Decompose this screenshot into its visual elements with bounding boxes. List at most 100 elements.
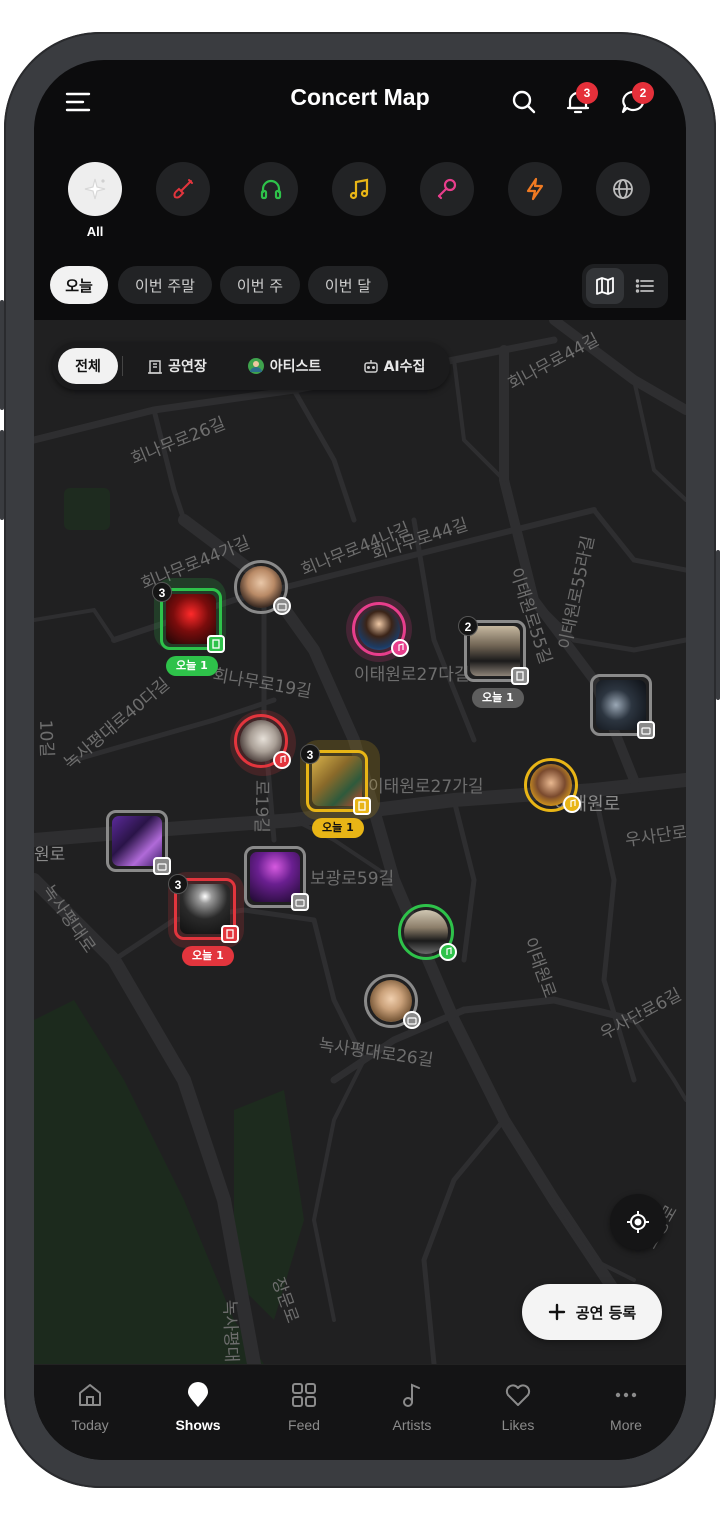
bottom-navigation: Today Shows Feed Artists Likes More [34, 1364, 686, 1460]
music-badge [563, 795, 581, 813]
sparkle-icon [84, 178, 106, 200]
music-badge [439, 943, 457, 961]
music-note-icon [398, 643, 404, 651]
category-electronic[interactable] [244, 162, 298, 216]
search-icon [512, 90, 536, 114]
notifications-button[interactable]: 3 [562, 82, 598, 118]
nav-today[interactable]: Today [40, 1379, 140, 1433]
ai-badge [291, 893, 309, 911]
nav-likes[interactable]: Likes [468, 1379, 568, 1433]
street-label: 10길 [35, 719, 56, 757]
date-filter-today[interactable]: 오늘 [50, 266, 108, 304]
nav-today-label: Today [71, 1417, 109, 1433]
message-badge: 2 [632, 82, 654, 104]
messages-button[interactable]: 2 [618, 82, 654, 118]
nav-more[interactable]: More [576, 1379, 676, 1433]
street-label: 회나무로26길 [128, 414, 228, 470]
robot-icon [295, 899, 305, 907]
street-label: 이태원로 [519, 935, 559, 1001]
building-icon [516, 671, 524, 681]
category-vocal[interactable] [420, 162, 474, 216]
grid-icon [292, 1383, 316, 1407]
artist-marker-pink[interactable] [352, 602, 409, 657]
map-filter-all[interactable]: 전체 [58, 348, 118, 384]
list-icon [635, 279, 654, 293]
street-label: 이태원로27가길 [368, 777, 483, 797]
date-filter-this-week[interactable]: 이번 주 [220, 266, 300, 304]
list-view-button[interactable] [626, 268, 664, 304]
venue-marker[interactable] [244, 846, 309, 911]
music-badge [273, 751, 291, 769]
map-filter-bar: 전체 공연장 아티스트 AI수집 [52, 342, 450, 390]
lightning-icon [526, 177, 544, 201]
category-filter-bar: All [34, 162, 686, 242]
map-filter-artist[interactable]: 아티스트 [232, 348, 336, 384]
globe-icon [613, 179, 633, 199]
my-location-button[interactable] [610, 1194, 666, 1250]
date-filter-this-month[interactable]: 이번 달 [308, 266, 388, 304]
music-badge [391, 639, 409, 657]
street-label: 녹사평대로40다길 [60, 674, 173, 774]
app-screen: Concert Map 3 2 All 오늘 이번 주말 이번 주 이번 달 회… [34, 60, 686, 1460]
today-tag: 오늘 1 [312, 818, 364, 838]
venue-type-badge [511, 667, 529, 685]
building-icon [226, 929, 234, 939]
view-toggle [582, 264, 668, 308]
venue-marker[interactable] [106, 810, 171, 875]
robot-icon [277, 603, 287, 611]
add-show-button[interactable]: 공연 등록 [522, 1284, 662, 1340]
today-tag: 오늘 1 [166, 656, 218, 676]
nav-more-label: More [610, 1417, 642, 1433]
street-label: 이태원로55라길 [555, 534, 599, 651]
nav-likes-label: Likes [501, 1417, 535, 1433]
robot-icon [363, 360, 378, 373]
notification-badge: 3 [576, 82, 598, 104]
venue-marker[interactable] [590, 674, 655, 739]
date-filter-this-weekend[interactable]: 이번 주말 [118, 266, 212, 304]
map-view-button[interactable] [586, 268, 624, 304]
more-icon [615, 1392, 637, 1398]
street-label: 보광로59길 [310, 869, 394, 889]
guitar-icon [173, 179, 193, 199]
venue-type-badge [221, 925, 239, 943]
search-button[interactable] [508, 86, 540, 118]
category-festival[interactable] [508, 162, 562, 216]
app-header: Concert Map 3 2 [34, 60, 686, 140]
artist-marker-yellow[interactable] [524, 758, 581, 813]
side-button-left-2 [0, 430, 4, 520]
headphones-icon [260, 179, 282, 200]
nav-shows[interactable]: Shows [148, 1379, 248, 1433]
ai-badge [153, 857, 171, 875]
plus-icon [548, 1303, 565, 1321]
venue-type-badge [353, 797, 371, 815]
street-label: 녹사평대 [219, 1299, 241, 1362]
nav-artists[interactable]: Artists [362, 1379, 462, 1433]
street-label: 우사단로 [624, 822, 686, 851]
street-label: 이태원로27다길 [354, 665, 469, 685]
artist-marker-red[interactable] [234, 714, 291, 769]
map-filter-venue[interactable]: 공연장 [132, 348, 222, 384]
street-label: 로19길 [251, 780, 271, 833]
category-all[interactable] [68, 162, 122, 216]
category-all-label: All [86, 224, 104, 239]
concert-map[interactable]: 회나무로26길 회나무로44길 회나무로44가길 회나무로44나길 회나무로44… [34, 320, 686, 1364]
add-show-label: 공연 등록 [575, 1303, 637, 1322]
map-filter-ai[interactable]: AI수집 [346, 348, 442, 384]
artist-marker-green[interactable] [398, 904, 457, 961]
category-rock[interactable] [156, 162, 210, 216]
nav-feed[interactable]: Feed [254, 1379, 354, 1433]
ai-badge [273, 597, 291, 615]
side-button-left [0, 300, 4, 410]
today-tag: 오늘 1 [182, 946, 234, 966]
category-world[interactable] [596, 162, 650, 216]
home-icon [79, 1384, 101, 1406]
microphone-icon [437, 178, 457, 200]
artist-marker[interactable] [234, 560, 291, 615]
street-label: 원로 [34, 845, 65, 865]
robot-icon [407, 1017, 417, 1025]
map-pin-icon [188, 1382, 208, 1407]
artist-marker[interactable] [364, 974, 421, 1029]
crosshair-icon [627, 1211, 649, 1233]
category-music[interactable] [332, 162, 386, 216]
map-filter-artist-label: 아티스트 [269, 359, 322, 375]
